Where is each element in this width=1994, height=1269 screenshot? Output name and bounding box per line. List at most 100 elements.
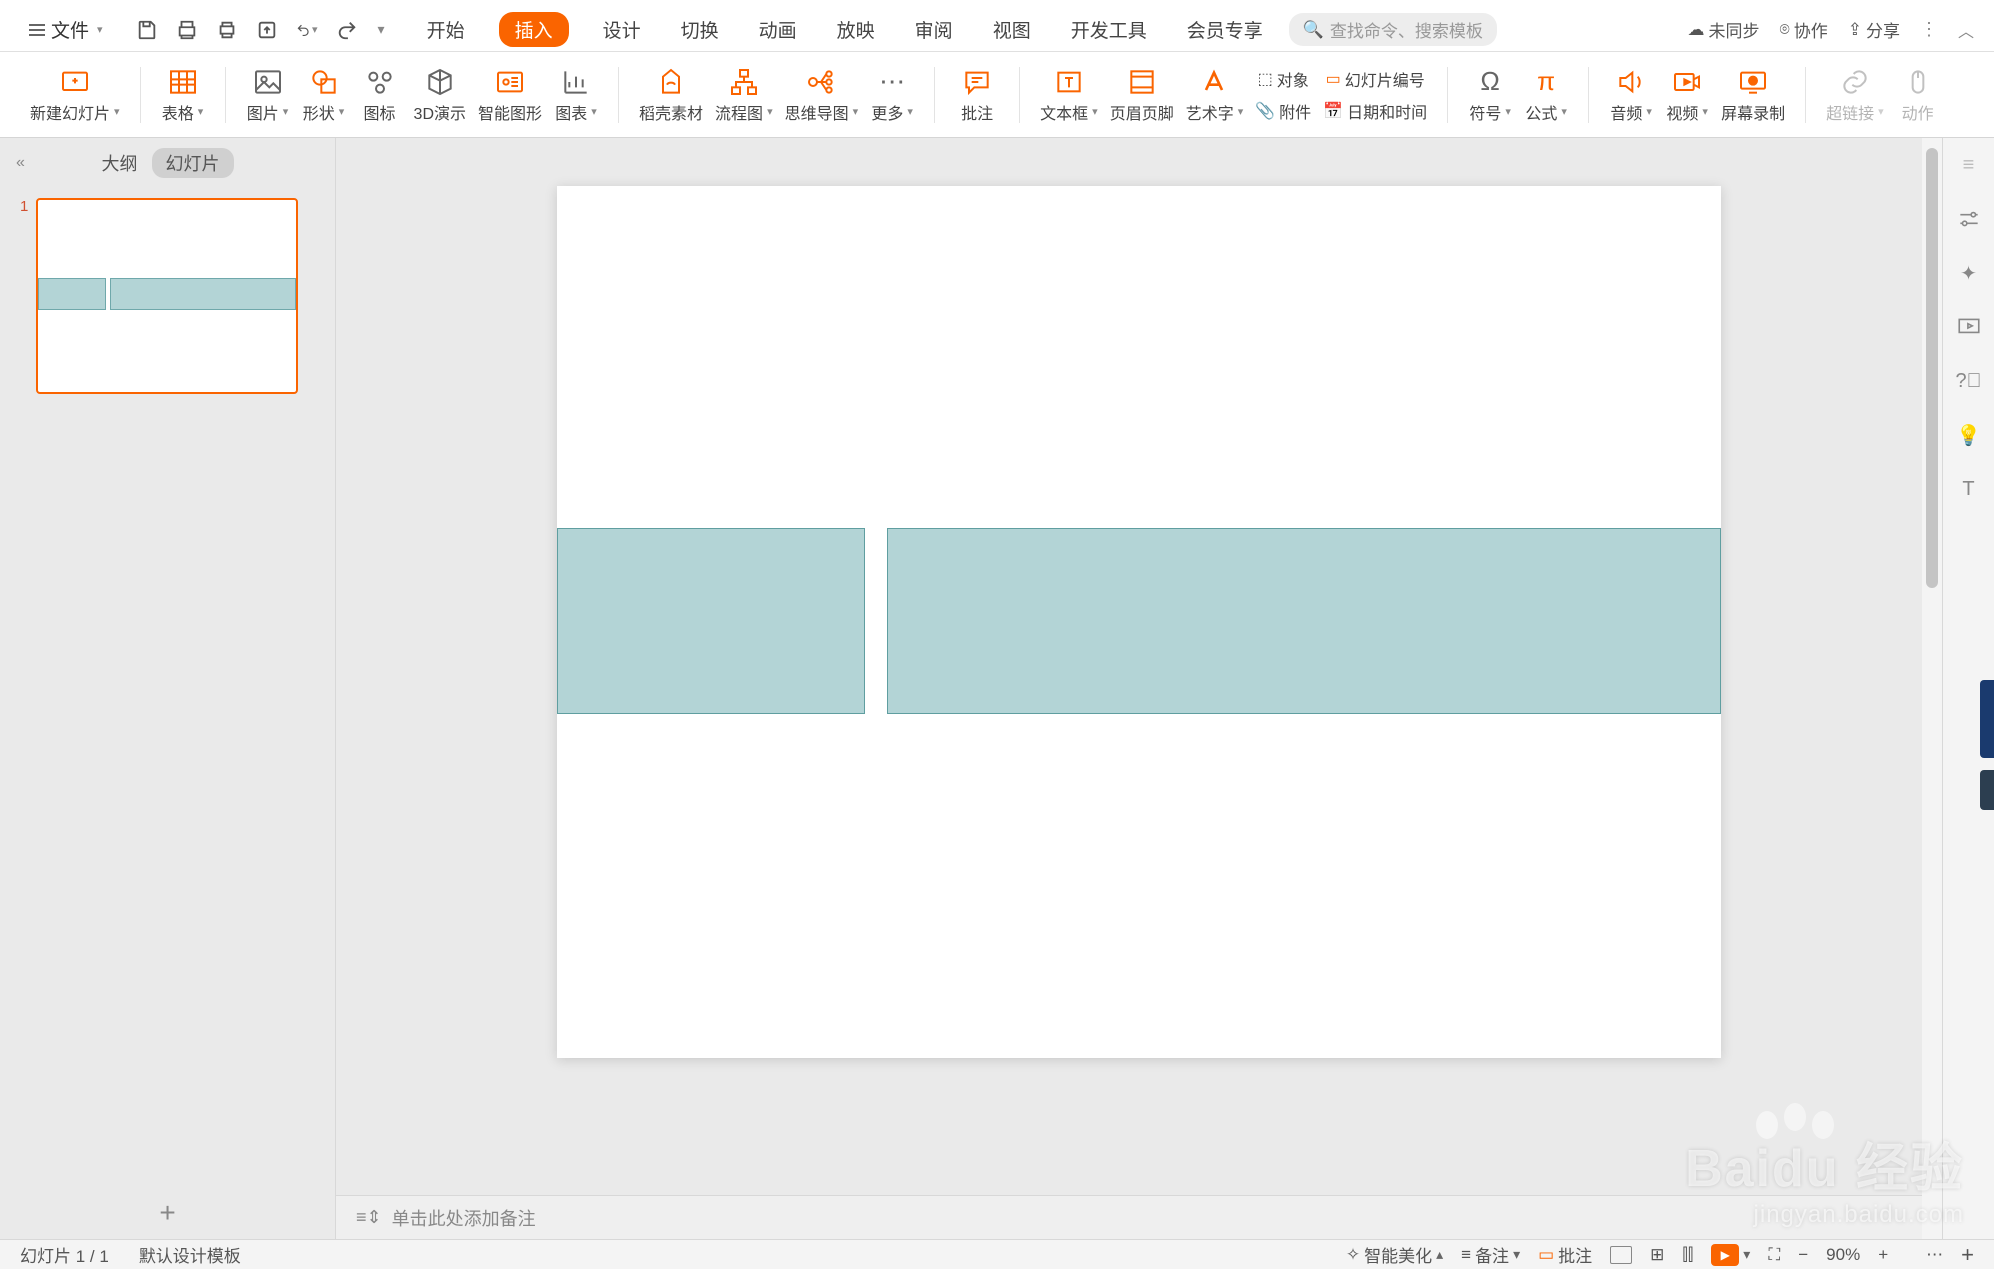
settings-icon[interactable] bbox=[1956, 206, 1982, 232]
textbox-icon bbox=[1053, 66, 1085, 98]
person-icon: ⌾ bbox=[1780, 20, 1790, 40]
table-button[interactable]: 表格▾ bbox=[155, 64, 211, 126]
view-slideshow[interactable]: ▶▾ bbox=[1711, 1244, 1750, 1266]
flowchart-icon bbox=[728, 66, 760, 98]
tab-animation[interactable]: 动画 bbox=[753, 12, 803, 47]
chart-button[interactable]: 图表▾ bbox=[548, 64, 604, 126]
shape-rectangle-1[interactable] bbox=[557, 528, 865, 714]
calendar-icon: 📅 bbox=[1323, 101, 1343, 121]
slide-thumbnail-1[interactable] bbox=[36, 198, 298, 394]
notes-toggle-icon[interactable]: ≡⇕ bbox=[356, 1207, 382, 1228]
more-button[interactable]: ⋯更多▾ bbox=[864, 64, 920, 126]
present-icon[interactable] bbox=[1956, 314, 1982, 340]
object-icon: ⬚ bbox=[1258, 69, 1273, 89]
comments-toggle[interactable]: ▭批注 bbox=[1538, 1242, 1592, 1267]
rail-drawer-handle-2[interactable] bbox=[1980, 770, 1994, 810]
rail-drawer-handle-1[interactable] bbox=[1980, 680, 1994, 758]
shape-button[interactable]: 形状▾ bbox=[296, 64, 352, 126]
save-icon[interactable] bbox=[136, 19, 158, 41]
slides-tab[interactable]: 幻灯片 bbox=[152, 148, 234, 178]
zoom-in[interactable]: + bbox=[1878, 1245, 1888, 1265]
zoom-level[interactable]: 90% bbox=[1826, 1245, 1860, 1265]
comment-status-icon: ▭ bbox=[1538, 1245, 1554, 1265]
hyperlink-button: 超链接▾ bbox=[1820, 64, 1890, 126]
collapse-panel-icon[interactable]: « bbox=[16, 154, 25, 172]
beautify-button[interactable]: ✧智能美化▴ bbox=[1346, 1242, 1443, 1267]
equation-button[interactable]: π公式▾ bbox=[1518, 64, 1574, 126]
zoom-out[interactable]: − bbox=[1798, 1245, 1808, 1265]
link-icon bbox=[1839, 66, 1871, 98]
more-menu-icon[interactable]: ⋮ bbox=[1920, 19, 1938, 40]
share-icon: ⇪ bbox=[1848, 20, 1862, 40]
symbol-button[interactable]: Ω符号▾ bbox=[1462, 64, 1518, 126]
tab-transition[interactable]: 切换 bbox=[675, 12, 725, 47]
tab-member[interactable]: 会员专享 bbox=[1181, 12, 1269, 47]
icon-button[interactable]: 图标 bbox=[352, 64, 408, 126]
docer-button[interactable]: 稻壳素材 bbox=[633, 64, 709, 126]
tab-review[interactable]: 审阅 bbox=[909, 12, 959, 47]
qat-customize-icon[interactable]: ▾ bbox=[378, 21, 385, 38]
ribbon-tabs: 开始 插入 设计 切换 动画 放映 审阅 视图 开发工具 会员专享 bbox=[421, 12, 1269, 47]
wordart-icon bbox=[1198, 66, 1230, 98]
flowchart-button[interactable]: 流程图▾ bbox=[709, 64, 779, 126]
shape-rectangle-2[interactable] bbox=[887, 528, 1721, 714]
rail-handle-icon[interactable]: ≡ bbox=[1956, 152, 1982, 178]
attach-button[interactable]: 📎附件 bbox=[1249, 97, 1317, 125]
undo-icon[interactable]: ▾ bbox=[296, 19, 318, 41]
tab-developer[interactable]: 开发工具 bbox=[1065, 12, 1153, 47]
vertical-scrollbar[interactable] bbox=[1922, 138, 1942, 1239]
status-add[interactable]: + bbox=[1961, 1242, 1974, 1268]
print-preview-icon[interactable] bbox=[176, 19, 198, 41]
smartart-button[interactable]: 智能图形 bbox=[472, 64, 548, 126]
chevron-down-icon: ▾ bbox=[97, 23, 103, 36]
fit-button[interactable]: ⛶ bbox=[1768, 1245, 1780, 1265]
audio-button[interactable]: 音频▾ bbox=[1603, 64, 1659, 126]
picture-button[interactable]: 图片▾ bbox=[240, 64, 296, 126]
export-icon[interactable] bbox=[256, 19, 278, 41]
tab-slideshow[interactable]: 放映 bbox=[831, 12, 881, 47]
tab-design[interactable]: 设计 bbox=[597, 12, 647, 47]
object-button[interactable]: ⬚对象 bbox=[1249, 65, 1317, 93]
outline-tab[interactable]: 大纲 bbox=[102, 150, 138, 176]
wordart-button[interactable]: 艺术字▾ bbox=[1180, 64, 1250, 126]
status-more[interactable]: ⋯ bbox=[1926, 1245, 1943, 1265]
omega-icon: Ω bbox=[1474, 66, 1506, 98]
collab-button[interactable]: ⌾协作 bbox=[1780, 17, 1828, 42]
screenrec-button[interactable]: 屏幕录制 bbox=[1715, 64, 1791, 126]
headerfooter-button[interactable]: 页眉页脚 bbox=[1104, 64, 1180, 126]
comment-button[interactable]: 批注 bbox=[949, 64, 1005, 126]
slidenum-icon: ▭ bbox=[1326, 69, 1341, 89]
view-reading[interactable]: ⫿⫿ bbox=[1682, 1245, 1693, 1265]
view-normal[interactable] bbox=[1610, 1246, 1632, 1264]
tab-insert[interactable]: 插入 bbox=[499, 12, 569, 47]
cube-icon bbox=[424, 66, 456, 98]
text-icon[interactable]: T bbox=[1956, 476, 1982, 502]
share-button[interactable]: ⇪分享 bbox=[1848, 17, 1900, 42]
tab-view[interactable]: 视图 bbox=[987, 12, 1037, 47]
sync-button[interactable]: ☁未同步 bbox=[1688, 17, 1760, 42]
slide-canvas[interactable] bbox=[557, 186, 1721, 1058]
magic-icon[interactable]: ✦ bbox=[1956, 260, 1982, 286]
print-icon[interactable] bbox=[216, 19, 238, 41]
file-label: 文件 bbox=[51, 16, 89, 43]
slidenum-button[interactable]: ▭幻灯片编号 bbox=[1317, 65, 1433, 93]
search-box[interactable]: 🔍 查找命令、搜索模板 bbox=[1289, 13, 1497, 46]
shape-icon bbox=[308, 66, 340, 98]
textbox-button[interactable]: 文本框▾ bbox=[1034, 64, 1104, 126]
help-icon[interactable]: ?⃝ bbox=[1956, 368, 1982, 394]
3d-button[interactable]: 3D演示 bbox=[408, 64, 472, 126]
notes-toggle[interactable]: ≡备注▾ bbox=[1461, 1242, 1520, 1267]
tab-home[interactable]: 开始 bbox=[421, 12, 471, 47]
view-sorter[interactable]: ⊞ bbox=[1650, 1245, 1664, 1265]
add-slide-button[interactable]: + bbox=[0, 1187, 335, 1239]
mindmap-button[interactable]: 思维导图▾ bbox=[779, 64, 865, 126]
file-menu[interactable]: 文件 ▾ bbox=[20, 11, 112, 48]
video-button[interactable]: 视频▾ bbox=[1659, 64, 1715, 126]
headerfooter-icon bbox=[1126, 66, 1158, 98]
collapse-ribbon-icon[interactable]: ︿ bbox=[1958, 18, 1974, 42]
new-slide-button[interactable]: 新建幻灯片▾ bbox=[24, 64, 126, 126]
redo-icon[interactable] bbox=[336, 19, 358, 41]
datetime-button[interactable]: 📅日期和时间 bbox=[1317, 97, 1433, 125]
notes-pane[interactable]: ≡⇕ 单击此处添加备注 bbox=[336, 1195, 1942, 1239]
idea-icon[interactable]: 💡 bbox=[1956, 422, 1982, 448]
